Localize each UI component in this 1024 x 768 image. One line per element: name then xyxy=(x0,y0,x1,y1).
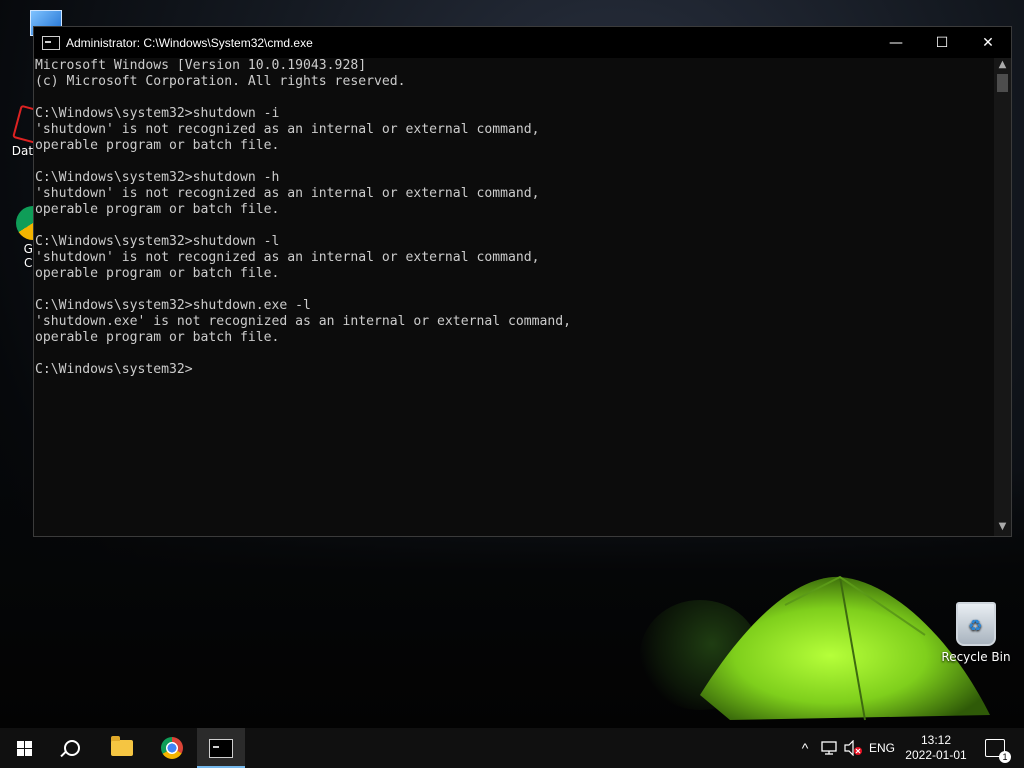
desktop-icon-recycle-bin[interactable]: ♻ Recycle Bin xyxy=(940,602,1012,664)
vertical-scrollbar[interactable]: ▲ ▼ xyxy=(994,58,1011,536)
cmd-icon xyxy=(209,738,233,758)
show-hidden-icons-chevron[interactable]: ^ xyxy=(795,728,815,768)
folder-icon xyxy=(111,736,133,756)
scroll-down-arrow-icon[interactable]: ▼ xyxy=(994,520,1011,534)
cmd-window[interactable]: Administrator: C:\Windows\System32\cmd.e… xyxy=(33,26,1012,537)
action-center-button[interactable]: 1 xyxy=(980,728,1011,768)
notification-icon: 1 xyxy=(985,739,1011,763)
language-indicator[interactable]: ENG xyxy=(866,728,898,768)
console-output: Microsoft Windows [Version 10.0.19043.92… xyxy=(35,58,572,377)
title-bar[interactable]: Administrator: C:\Windows\System32\cmd.e… xyxy=(34,27,1011,58)
window-title: Administrator: C:\Windows\System32\cmd.e… xyxy=(66,35,313,50)
taskbar-cmd[interactable] xyxy=(197,728,245,768)
windows-logo-icon xyxy=(16,740,32,756)
console-area[interactable]: Microsoft Windows [Version 10.0.19043.92… xyxy=(34,58,994,536)
volume-muted-icon[interactable] xyxy=(842,728,864,768)
start-button[interactable] xyxy=(0,728,48,768)
search-button[interactable] xyxy=(48,728,96,768)
taskbar-file-explorer[interactable] xyxy=(98,728,146,768)
recycle-bin-icon: ♻ xyxy=(956,602,996,646)
taskbar-chrome[interactable] xyxy=(148,728,196,768)
cmd-icon xyxy=(42,35,60,50)
minimize-button[interactable]: — xyxy=(873,27,919,58)
notification-count-badge: 1 xyxy=(999,751,1011,763)
clock[interactable]: 13:12 2022-01-01 xyxy=(900,728,972,768)
search-icon xyxy=(64,740,80,756)
maximize-button[interactable]: ☐ xyxy=(919,27,965,58)
clock-date: 2022-01-01 xyxy=(905,748,967,762)
close-button[interactable]: ✕ xyxy=(965,27,1011,58)
scroll-up-arrow-icon[interactable]: ▲ xyxy=(994,58,1011,72)
taskbar: ^ ENG 13:12 2022-01-01 1 xyxy=(0,728,1024,768)
clock-time: 13:12 xyxy=(920,733,952,747)
desktop-icon-label: Recycle Bin xyxy=(941,650,1011,664)
network-icon[interactable] xyxy=(818,728,840,768)
scrollbar-thumb[interactable] xyxy=(997,74,1008,92)
chrome-icon xyxy=(161,737,183,759)
